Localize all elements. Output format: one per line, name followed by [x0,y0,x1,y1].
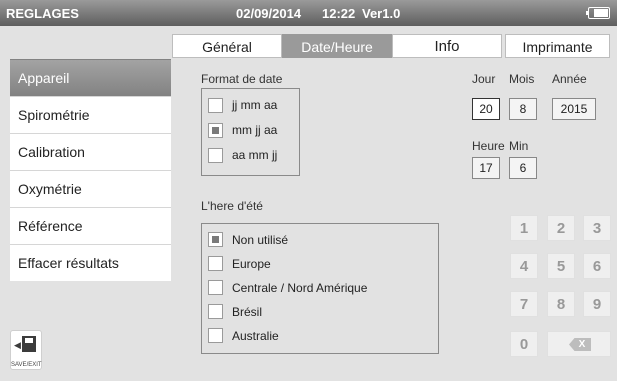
arrow-left-icon: ◀ [14,340,21,350]
tab-date-heure[interactable]: Date/Heure [282,34,392,58]
jour-label: Jour [472,72,496,86]
summer-time-title: L'here d'été [201,199,263,213]
date-format-label-aammjj: aa mm jj [232,148,278,162]
date-format-label-jjmmaa: jj mm aa [232,98,278,112]
sidebar-item-effacer-resultats[interactable]: Effacer résultats [10,244,171,281]
keypad-key-5[interactable]: 5 [547,253,575,279]
date-format-title: Format de date [201,72,283,86]
keypad-key-9[interactable]: 9 [583,291,611,317]
keypad-key-1[interactable]: 1 [510,215,538,241]
heure-label: Heure [472,139,505,153]
summer-time-label-nord-amerique: Centrale / Nord Amérique [232,281,368,295]
summer-time-checkbox-australie[interactable] [208,328,223,343]
sidebar-item-oxymetrie[interactable]: Oxymétrie [10,170,171,207]
date-format-checkbox-jjmmaa[interactable] [208,98,223,113]
status-bar: REGLAGES 02/09/2014 12:22 Ver1.0 [0,0,617,26]
keypad-key-7[interactable]: 7 [510,291,538,317]
keypad-key-3[interactable]: 3 [583,215,611,241]
screen-title: REGLAGES [6,6,79,21]
backspace-icon: X [569,338,591,351]
sidebar-item-reference[interactable]: Référence [10,207,171,244]
save-exit-button[interactable]: ◀ SAVE/EXIT [10,330,42,370]
tab-general[interactable]: Général [172,34,282,58]
annee-label: Année [552,72,587,86]
summer-time-label-non-utilise: Non utilisé [232,233,289,247]
keypad-key-4[interactable]: 4 [510,253,538,279]
keypad-key-0[interactable]: 0 [510,331,538,357]
keypad-key-8[interactable]: 8 [547,291,575,317]
mois-label: Mois [509,72,535,86]
battery-icon [586,7,610,19]
summer-time-checkbox-nord-amerique[interactable] [208,280,223,295]
summer-time-checkbox-bresil[interactable] [208,304,223,319]
status-date: 02/09/2014 [236,6,302,21]
sidebar-item-appareil[interactable]: Appareil [10,59,171,96]
annee-field[interactable]: 2015 [552,98,596,120]
status-version: Ver1.0 [362,6,401,21]
heure-field[interactable]: 17 [472,157,500,179]
tab-info[interactable]: Info [392,34,502,58]
summer-time-checkbox-europe[interactable] [208,256,223,271]
summer-time-label-bresil: Brésil [232,305,263,319]
keypad-backspace-button[interactable]: X [547,331,611,357]
summer-time-label-europe: Europe [232,257,271,271]
save-exit-label: SAVE/EXIT [11,362,42,368]
keypad-key-6[interactable]: 6 [583,253,611,279]
date-format-checkbox-mmjjaa[interactable] [208,123,223,138]
date-format-checkbox-aammjj[interactable] [208,148,223,163]
jour-field[interactable]: 20 [472,98,500,120]
min-field[interactable]: 6 [509,157,537,179]
summer-time-label-australie: Australie [232,329,279,343]
date-format-label-mmjjaa: mm jj aa [232,123,278,137]
sidebar-item-calibration[interactable]: Calibration [10,133,171,170]
mois-field[interactable]: 8 [509,98,537,120]
save-exit-icon [22,336,36,352]
summer-time-checkbox-non-utilise[interactable] [208,232,223,247]
sidebar-item-spirometrie[interactable]: Spirométrie [10,96,171,133]
tab-imprimante[interactable]: Imprimante [505,34,610,58]
status-time: 12:22 [322,6,356,21]
min-label: Min [509,139,529,153]
keypad-key-2[interactable]: 2 [547,215,575,241]
